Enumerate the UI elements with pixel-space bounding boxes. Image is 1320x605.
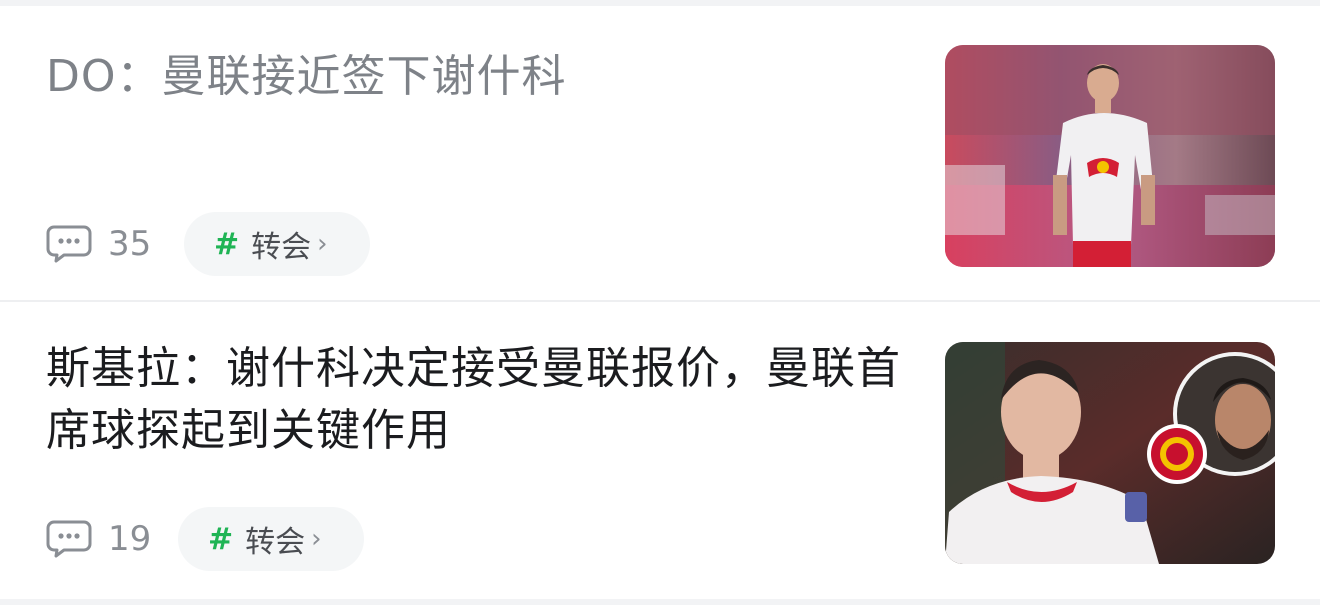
bottom-separator — [0, 599, 1320, 605]
tag-chip-transfer[interactable]: # 转会 › — [178, 507, 364, 571]
tag-label: 转会 — [251, 230, 312, 265]
hashtag-icon: # — [208, 521, 234, 557]
comment-icon[interactable] — [46, 520, 92, 558]
comment-icon[interactable] — [46, 225, 92, 263]
tag-chip-transfer[interactable]: # 转会 › — [184, 212, 370, 276]
photo-thumbnail-icon — [945, 342, 1275, 564]
article-card[interactable]: DO：曼联接近签下谢什科 35 # 转会 › — [0, 6, 1320, 300]
article-title[interactable]: 斯基拉：谢什科决定接受曼联报价，曼联首席球探起到关键作用 — [46, 338, 916, 462]
hashtag-icon: # — [214, 226, 240, 262]
article-thumbnail[interactable] — [945, 45, 1275, 267]
comment-count: 35 — [108, 224, 152, 264]
news-feed: DO：曼联接近签下谢什科 35 # 转会 › 斯基拉：谢什科决定接受曼联报价，曼… — [0, 6, 1320, 605]
article-title[interactable]: DO：曼联接近签下谢什科 — [46, 46, 916, 108]
article-card[interactable]: 斯基拉：谢什科决定接受曼联报价，曼联首席球探起到关键作用 19 # 转会 › — [0, 302, 1320, 599]
photo-thumbnail-icon — [945, 45, 1275, 267]
article-thumbnail[interactable] — [945, 342, 1275, 564]
chevron-right-icon: › — [317, 229, 328, 259]
chevron-right-icon: › — [311, 524, 322, 554]
comment-count: 19 — [108, 519, 152, 559]
tag-label: 转会 — [245, 525, 306, 560]
